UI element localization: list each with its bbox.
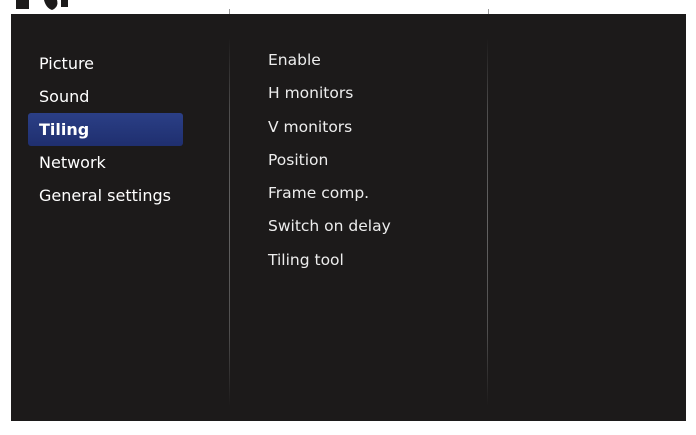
column-divider <box>487 38 488 406</box>
screen-top-border <box>0 0 696 14</box>
submenu-item-h-monitors[interactable]: H monitors <box>268 77 391 110</box>
submenu-item-enable[interactable]: Enable <box>268 44 391 77</box>
menu-item-sound[interactable]: Sound <box>28 80 183 113</box>
submenu-item-v-monitors[interactable]: V monitors <box>268 111 391 144</box>
menu-item-picture[interactable]: Picture <box>28 47 183 80</box>
menu-item-general-settings[interactable]: General settings <box>28 179 183 212</box>
submenu-item-switch-on-delay[interactable]: Switch on delay <box>268 210 391 243</box>
menu-item-network[interactable]: Network <box>28 146 183 179</box>
tiling-submenu: Enable H monitors V monitors Position Fr… <box>268 44 391 277</box>
main-menu: Picture Sound Tiling Network General set… <box>28 47 183 212</box>
submenu-item-position[interactable]: Position <box>268 144 391 177</box>
submenu-item-frame-comp[interactable]: Frame comp. <box>268 177 391 210</box>
osd-menu-panel: Picture Sound Tiling Network General set… <box>11 14 686 421</box>
menu-item-tiling[interactable]: Tiling <box>28 113 183 146</box>
cropped-heading-glyphs <box>16 0 68 10</box>
submenu-item-tiling-tool[interactable]: Tiling tool <box>268 244 391 277</box>
column-divider <box>229 38 230 406</box>
